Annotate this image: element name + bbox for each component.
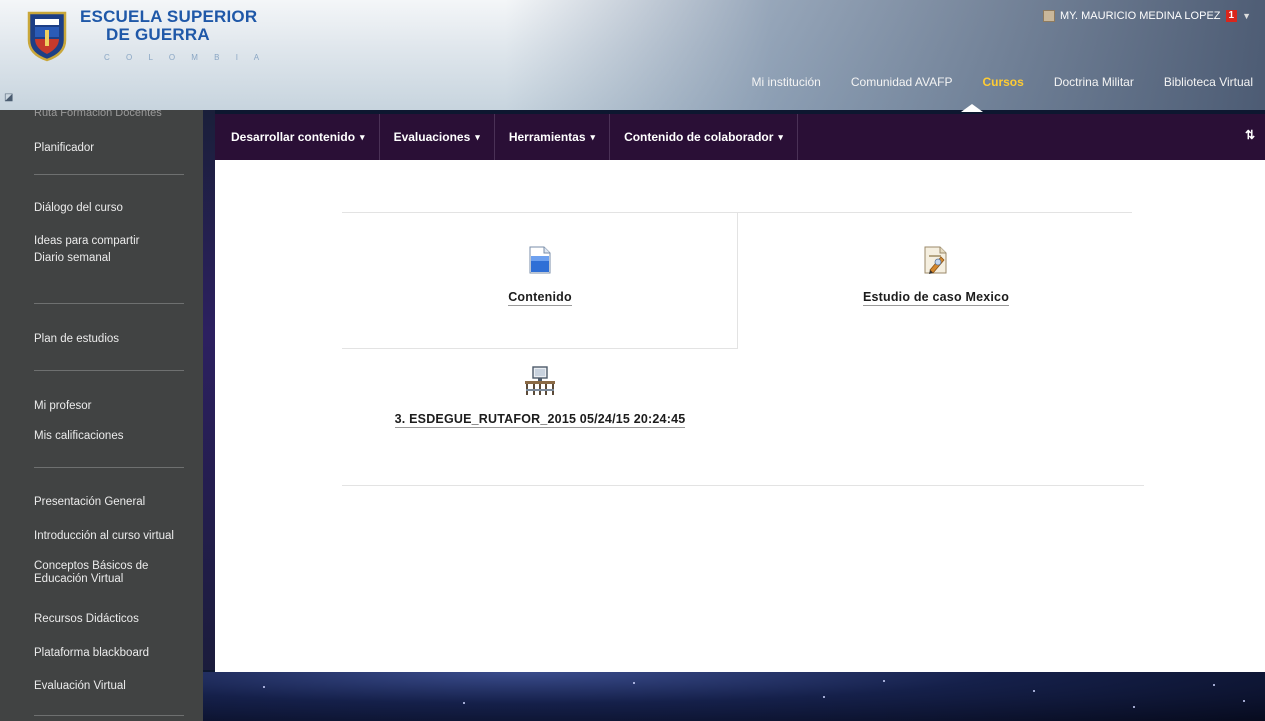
- user-avatar-icon: [1042, 10, 1055, 22]
- chevron-down-icon: ▾: [360, 131, 365, 142]
- document-icon: [529, 246, 551, 274]
- case-study-icon: [924, 246, 947, 274]
- menu-label: Herramientas: [508, 130, 586, 144]
- menu-label: Evaluaciones: [393, 130, 471, 144]
- sidebar-item-cut[interactable]: Ruta Formación Docentes: [34, 110, 162, 119]
- logo-line-2: DE GUERRA: [106, 25, 210, 44]
- menu-contenido-de-colaborador[interactable]: Contenido de colaborador ▾: [610, 114, 798, 160]
- logo-title[interactable]: ESCUELA SUPERIOR DE GUERRA: [80, 8, 257, 44]
- logo-subtitle: C O L O M B I A: [104, 53, 267, 62]
- classroom-icon: [525, 366, 555, 395]
- content-tile-esdegue-rutafor[interactable]: 3. ESDEGUE_RUTAFOR_2015 05/24/15 20:24:4…: [342, 366, 738, 428]
- course-toolbar: Desarrollar contenido ▾ Evaluaciones ▾ H…: [215, 114, 1265, 160]
- sidebar-item-mis-calificaciones[interactable]: Mis calificaciones: [34, 430, 194, 443]
- sidebar-divider: [34, 467, 184, 468]
- sidebar-item-dialogo-del-curso[interactable]: Diálogo del curso: [34, 202, 194, 215]
- logo-line-1: ESCUELA SUPERIOR: [80, 7, 258, 26]
- user-menu[interactable]: MY. MAURICIO MEDINA LOPEZ 1 ▼: [1042, 10, 1251, 22]
- chevron-down-icon: ▾: [778, 131, 783, 142]
- sidebar-divider: [34, 715, 184, 716]
- background-space-image: [203, 672, 1265, 721]
- content-area: Contenido Estudio de caso Mexico 3. ESDE: [215, 160, 1265, 672]
- tile-label[interactable]: Contenido: [508, 290, 572, 306]
- menu-desarrollar-contenido[interactable]: Desarrollar contenido ▾: [215, 114, 380, 160]
- sidebar-item-mi-profesor[interactable]: Mi profesor: [34, 400, 194, 413]
- active-nav-pointer-icon: [961, 104, 983, 112]
- menu-label: Contenido de colaborador: [624, 130, 774, 144]
- grid-divider: [342, 485, 1144, 486]
- sidebar-divider: [34, 303, 184, 304]
- menu-label: Desarrollar contenido: [231, 130, 356, 144]
- tile-label[interactable]: Estudio de caso Mexico: [862, 290, 1010, 306]
- nav-biblioteca-virtual[interactable]: Biblioteca Virtual: [1146, 75, 1265, 95]
- menu-evaluaciones[interactable]: Evaluaciones ▾: [380, 114, 495, 160]
- sort-arrows-icon[interactable]: ⇅: [1245, 128, 1255, 142]
- user-dropdown-caret-icon[interactable]: ▼: [1242, 11, 1251, 21]
- menu-herramientas[interactable]: Herramientas ▾: [495, 114, 611, 160]
- sidebar-item-plan-de-estudios[interactable]: Plan de estudios: [34, 333, 194, 346]
- sidebar-item-presentacion-general[interactable]: Presentación General: [34, 496, 194, 509]
- sidebar-divider: [34, 370, 184, 371]
- user-name[interactable]: MY. MAURICIO MEDINA LOPEZ: [1060, 10, 1221, 22]
- main-navigation: Mi institución Comunidad AVAFP Cursos Do…: [734, 75, 1265, 95]
- nav-comunidad-avafp[interactable]: Comunidad AVAFP: [833, 75, 965, 95]
- sidebar-item-evaluacion-virtual[interactable]: Evaluación Virtual: [34, 680, 194, 693]
- chevron-down-icon: ▾: [475, 131, 480, 142]
- site-header: ESCUELA SUPERIOR DE GUERRA C O L O M B I…: [0, 0, 1265, 110]
- nav-cursos[interactable]: Cursos: [964, 75, 1035, 95]
- escuela-crest-icon[interactable]: [26, 10, 68, 62]
- sidebar-item-plataforma-blackboard[interactable]: Plataforma blackboard: [34, 647, 194, 660]
- grid-divider: [342, 348, 738, 349]
- sidebar-edge-background: [203, 110, 215, 670]
- sidebar-divider: [34, 174, 184, 175]
- notification-badge[interactable]: 1: [1225, 10, 1238, 22]
- sidebar-item-recursos-didacticos[interactable]: Recursos Didácticos: [34, 613, 194, 626]
- toolbar-menu: Desarrollar contenido ▾ Evaluaciones ▾ H…: [215, 114, 798, 160]
- content-tile-estudio-de-caso[interactable]: Estudio de caso Mexico: [738, 246, 1134, 306]
- sidebar-item-planificador[interactable]: Planificador: [34, 142, 194, 155]
- nav-mi-institucion[interactable]: Mi institución: [734, 75, 833, 95]
- sidebar-item-introduccion-curso-virtual[interactable]: Introducción al curso virtual: [34, 530, 194, 543]
- tile-label[interactable]: 3. ESDEGUE_RUTAFOR_2015 05/24/15 20:24:4…: [394, 412, 686, 428]
- nav-doctrina-militar[interactable]: Doctrina Militar: [1036, 75, 1146, 95]
- sidebar-item-conceptos-basicos[interactable]: Conceptos Básicos de Educación Virtual: [34, 560, 174, 586]
- course-menu-sidebar: Ruta Formación Docentes Planificador Diá…: [0, 110, 203, 721]
- sidebar-item-diario-semanal[interactable]: Diario semanal: [34, 252, 194, 265]
- expand-icon[interactable]: ◪: [4, 92, 13, 103]
- chevron-down-icon: ▾: [590, 131, 596, 142]
- content-tile-contenido[interactable]: Contenido: [342, 246, 738, 306]
- sidebar-item-ideas-para-compartir[interactable]: Ideas para compartir: [34, 235, 194, 248]
